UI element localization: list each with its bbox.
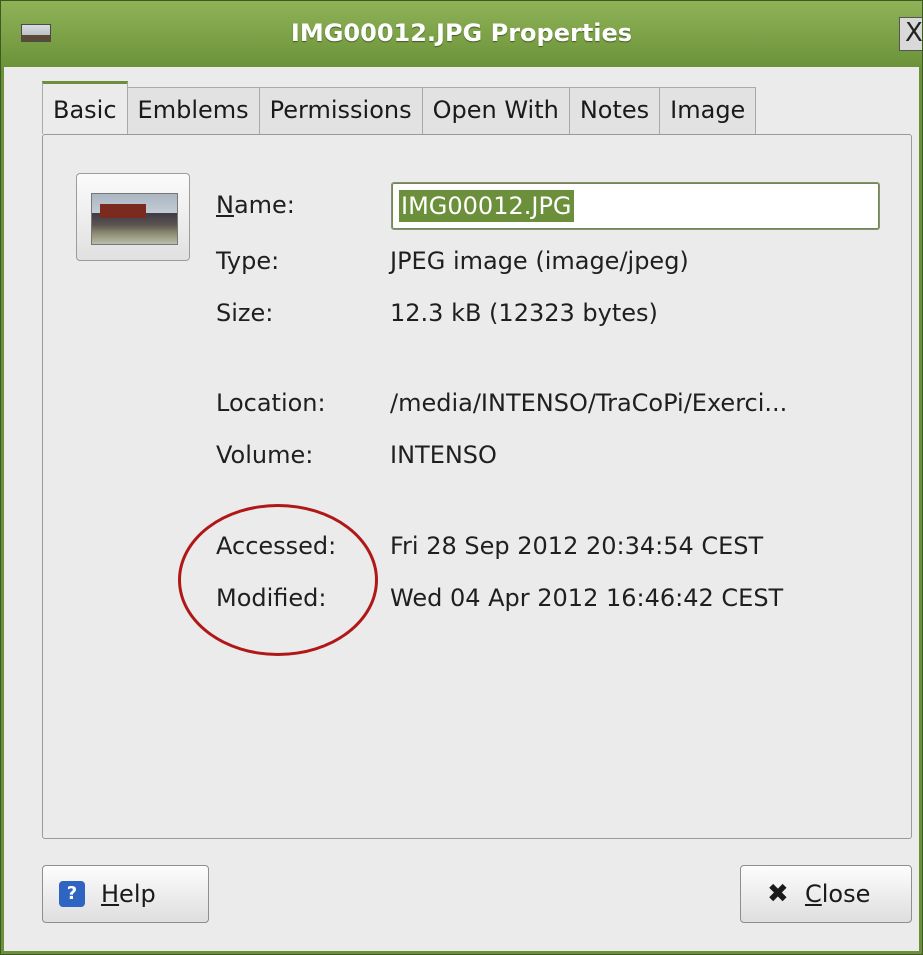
modified-value: Wed 04 Apr 2012 16:46:42 CEST (390, 584, 784, 612)
dialog-body: Basic Emblems Permissions Open With Note… (4, 67, 919, 951)
name-field[interactable]: IMG00012.JPG (391, 182, 880, 230)
tab-emblems[interactable]: Emblems (126, 87, 260, 134)
basic-tab-panel: Name: IMG00012.JPG Type: JPEG image (ima… (42, 134, 912, 839)
tab-notes[interactable]: Notes (568, 87, 661, 134)
properties-dialog: IMG00012.JPG Properties X Basic Emblems … (0, 0, 923, 955)
volume-value: INTENSO (390, 441, 497, 469)
tab-permissions[interactable]: Permissions (258, 87, 423, 134)
volume-label: Volume: (216, 441, 314, 469)
help-button-label: Help (101, 880, 156, 908)
close-button-label: Close (805, 880, 871, 908)
close-button[interactable]: ✖ Close (740, 865, 912, 923)
close-icon: ✖ (767, 879, 789, 909)
help-button[interactable]: ? Help (42, 865, 209, 923)
type-label: Type: (216, 247, 280, 275)
location-value: /media/INTENSO/TraCoPi/Exerci... (390, 389, 788, 417)
help-icon: ? (59, 881, 85, 907)
location-label: Location: (216, 389, 326, 417)
name-label: Name: (216, 191, 295, 219)
size-label: Size: (216, 299, 274, 327)
file-icon-button[interactable] (76, 173, 190, 261)
name-field-selection: IMG00012.JPG (399, 190, 574, 222)
tab-image[interactable]: Image (659, 87, 757, 134)
accessed-value: Fri 28 Sep 2012 20:34:54 CEST (390, 532, 764, 560)
window-close-button[interactable]: X (899, 17, 922, 51)
image-thumbnail (91, 193, 178, 245)
tab-open-with[interactable]: Open With (421, 87, 570, 134)
type-value: JPEG image (image/jpeg) (390, 247, 689, 275)
title-bar[interactable]: IMG00012.JPG Properties X (1, 1, 922, 67)
tab-bar: Basic Emblems Permissions Open With Note… (42, 81, 757, 134)
tab-basic[interactable]: Basic (42, 81, 128, 134)
window-title: IMG00012.JPG Properties (290, 19, 633, 47)
size-value: 12.3 kB (12323 bytes) (390, 299, 658, 327)
annotation-circle (178, 504, 378, 656)
